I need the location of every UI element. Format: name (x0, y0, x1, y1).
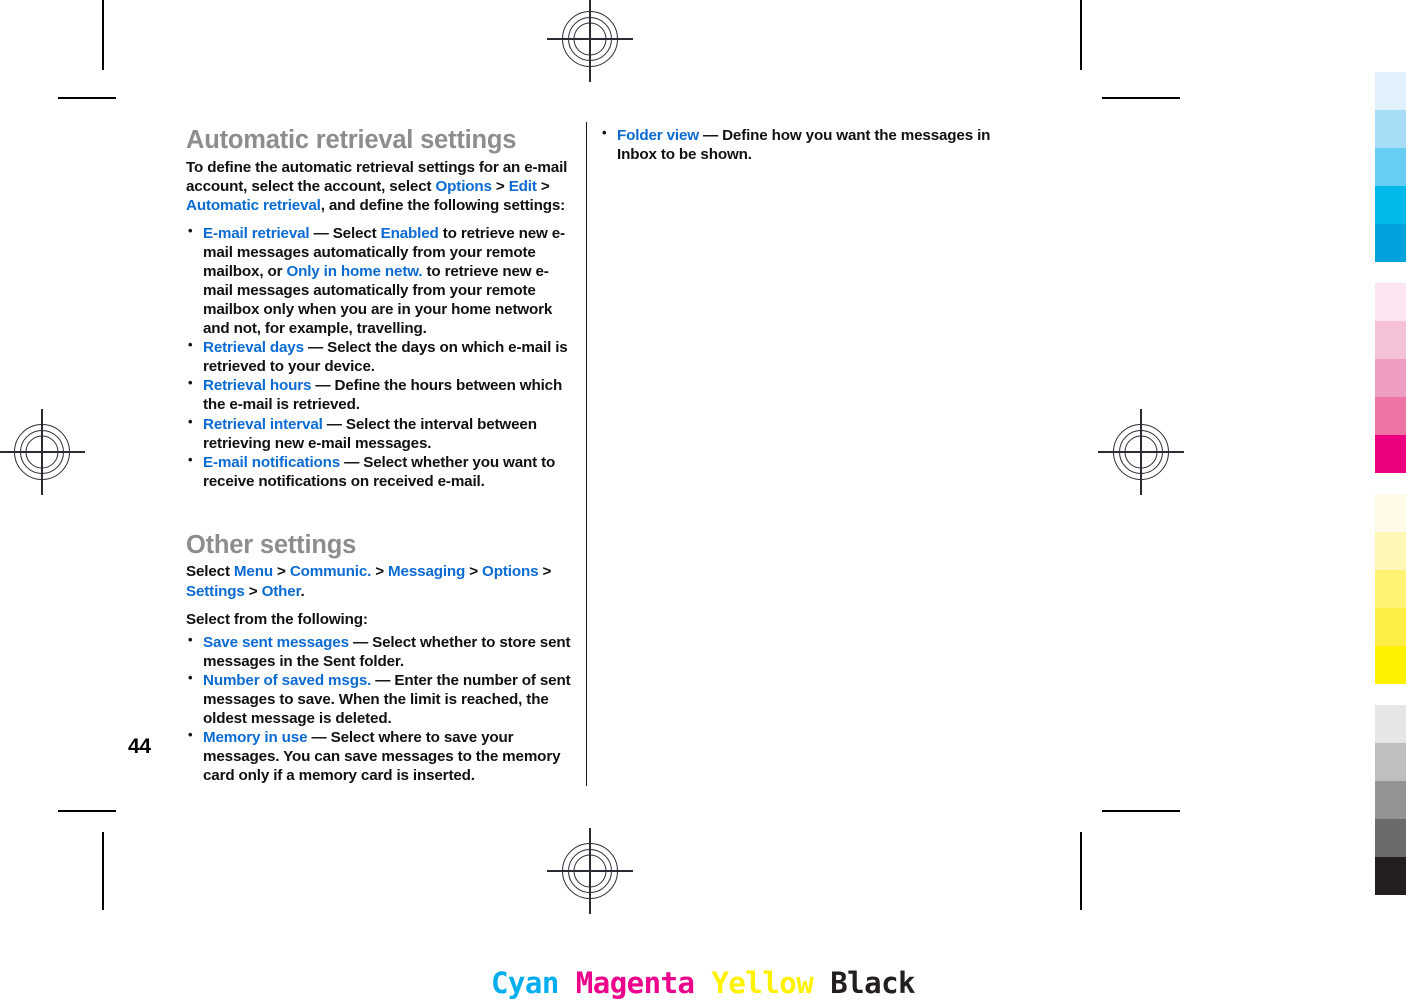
ink-name-cyan: Cyan (490, 966, 559, 1000)
bullet-term: Folder view (617, 127, 699, 144)
crop-mark-top-right-horizontal (1102, 97, 1180, 99)
swatch-black-5 (1375, 857, 1406, 895)
bullet-term: Retrieval hours (203, 377, 312, 395)
menu-path-other-settings: Select Menu > Communic. > Messaging > Op… (186, 562, 578, 600)
ui-label-menu: Menu (233, 563, 273, 581)
list-item: E-mail notifications — Select whether yo… (186, 452, 578, 491)
page-number: 44 (128, 735, 151, 758)
swatch-group-black (1375, 705, 1406, 895)
ui-label-messaging: Messaging (388, 563, 466, 581)
ui-label-options: Options (435, 177, 492, 195)
path-text-part-2: . (300, 582, 305, 600)
crop-mark-bottom-right-vertical (1080, 832, 1082, 910)
swatch-black-2 (1375, 743, 1406, 781)
ui-label-settings: Settings (186, 582, 245, 600)
bullet-description-part-1: — Select (309, 224, 381, 242)
ui-label-edit: Edit (508, 177, 537, 195)
section-heading-other-settings: Other settings (186, 530, 357, 559)
crop-mark-top-right-vertical (1080, 0, 1082, 70)
path-separator: > (272, 563, 290, 581)
intro-text-part-2: , and define the following settings: (320, 196, 566, 214)
swatch-cyan-3 (1375, 148, 1406, 186)
column-divider (586, 122, 588, 786)
crop-mark-bottom-right-horizontal (1102, 810, 1180, 812)
ui-label-enabled: Enabled (380, 224, 439, 242)
list-item: Retrieval hours — Define the hours betwe… (186, 375, 578, 414)
swatch-magenta-1 (1375, 283, 1406, 321)
swatch-magenta-5 (1375, 435, 1406, 473)
path-separator: > (491, 177, 509, 195)
list-item: Retrieval interval — Select the interval… (186, 414, 578, 453)
path-separator: > (536, 177, 550, 195)
bullet-term: E-mail retrieval (203, 224, 310, 242)
swatch-magenta-2 (1375, 321, 1406, 359)
registration-mark-left (0, 409, 85, 495)
crop-mark-top-left-horizontal (58, 97, 116, 99)
bullet-term: Number of saved msgs. (203, 671, 372, 689)
intro-paragraph-other-settings: Select from the following: (186, 610, 368, 628)
swatch-yellow-5 (1375, 646, 1406, 684)
section-heading-automatic-retrieval-settings: Automatic retrieval settings (186, 126, 517, 154)
bullet-list-other-settings: Save sent messages — Select whether to s… (186, 632, 578, 786)
bullet-term: E-mail notifications (203, 453, 341, 471)
ink-names-footer: Cyan Magenta Yellow Black (0, 966, 1406, 1000)
swatch-magenta-3 (1375, 359, 1406, 397)
list-item: Memory in use — Select where to save you… (186, 727, 578, 785)
bullet-term: Retrieval days (203, 339, 304, 357)
ui-label-communic: Communic. (289, 563, 372, 581)
swatch-group-yellow (1375, 494, 1406, 684)
crop-mark-top-left-vertical (102, 0, 104, 70)
bullet-term: Save sent messages (203, 633, 349, 651)
swatch-yellow-1 (1375, 494, 1406, 532)
registration-mark-bottom (547, 828, 633, 914)
list-item: Number of saved msgs. — Enter the number… (186, 670, 578, 728)
list-item: Save sent messages — Select whether to s… (186, 632, 578, 671)
path-text-part-1: Select (186, 563, 234, 581)
swatch-magenta-4 (1375, 397, 1406, 435)
bullet-term: Retrieval interval (203, 415, 323, 433)
left-column: Automatic retrieval settings To define t… (186, 126, 578, 785)
registration-mark-top (547, 0, 633, 82)
path-separator: > (371, 563, 389, 581)
bullet-list-automatic-retrieval: E-mail retrieval — Select Enabled to ret… (186, 223, 578, 491)
ui-label-options: Options (482, 563, 539, 581)
bullet-list-right-column: Folder view — Define how you want the me… (600, 125, 992, 164)
swatch-yellow-3 (1375, 570, 1406, 608)
path-separator: > (538, 563, 552, 581)
swatch-yellow-2 (1375, 532, 1406, 570)
swatch-group-magenta (1375, 283, 1406, 473)
ink-name-yellow: Yellow (711, 966, 814, 1000)
swatch-cyan-1 (1375, 72, 1406, 110)
list-item: E-mail retrieval — Select Enabled to ret… (186, 223, 578, 338)
swatch-cyan-5 (1375, 224, 1406, 262)
registration-mark-right (1098, 409, 1184, 495)
swatch-group-cyan (1375, 72, 1406, 262)
ui-label-only-in-home-netw: Only in home netw. (286, 262, 423, 280)
intro-paragraph-automatic-retrieval: To define the automatic retrieval settin… (186, 158, 578, 215)
swatch-cyan-4 (1375, 186, 1406, 224)
bullet-term: Memory in use (203, 729, 308, 747)
swatch-cyan-2 (1375, 110, 1406, 148)
swatch-yellow-4 (1375, 608, 1406, 646)
list-item: Retrieval days — Select the days on whic… (186, 337, 578, 376)
ui-label-other: Other (261, 582, 301, 600)
swatch-black-3 (1375, 781, 1406, 819)
swatch-black-1 (1375, 705, 1406, 743)
list-item: Folder view — Define how you want the me… (600, 125, 992, 164)
ink-name-magenta: Magenta (575, 966, 695, 1000)
crop-mark-bottom-left-horizontal (58, 810, 116, 812)
ink-name-black: Black (830, 966, 916, 1000)
registration-ring-inner (573, 22, 607, 56)
registration-ring-inner (1124, 435, 1158, 469)
right-column: Folder view — Define how you want the me… (600, 125, 992, 164)
registration-ring-inner (25, 435, 59, 469)
path-separator: > (244, 582, 262, 600)
crop-mark-bottom-left-vertical (102, 832, 104, 910)
registration-ring-inner (573, 854, 607, 888)
swatch-black-4 (1375, 819, 1406, 857)
path-separator: > (465, 563, 483, 581)
ui-label-automatic-retrieval: Automatic retrieval (186, 196, 321, 214)
